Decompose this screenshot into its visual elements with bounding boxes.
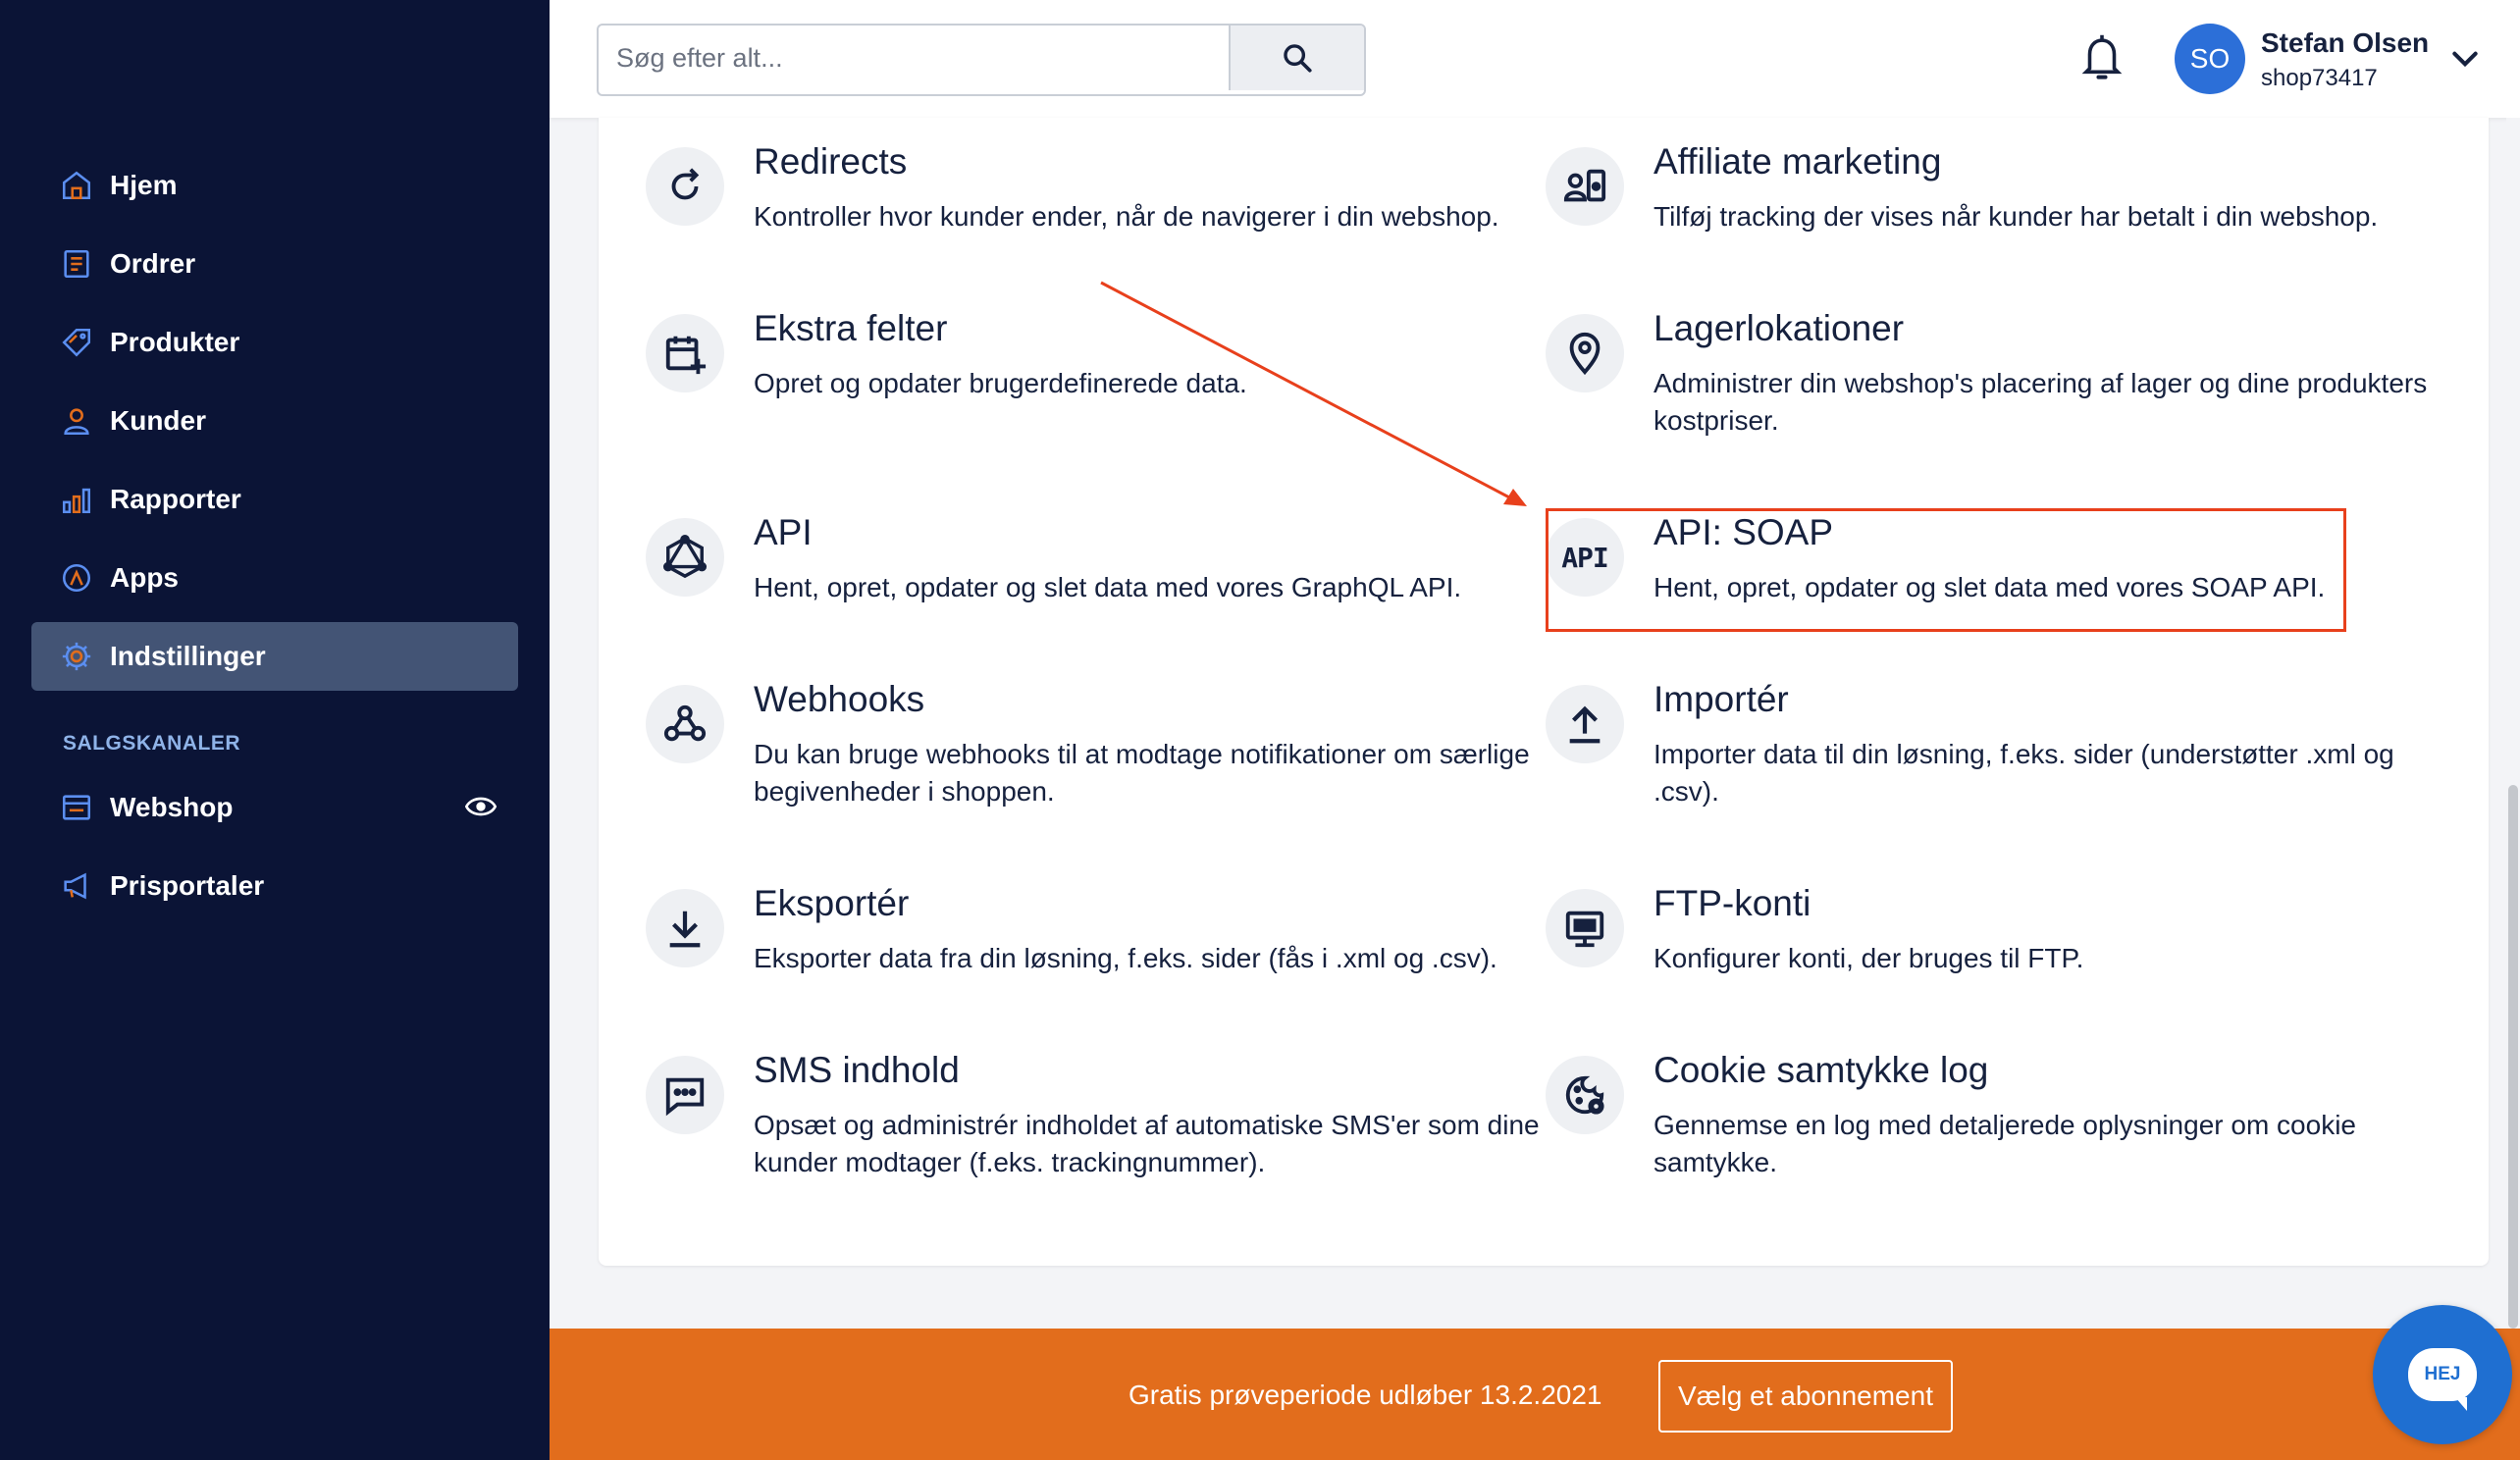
tile-description: Konfigurer konti, der bruges til FTP. <box>1654 943 2084 973</box>
tile-title: Affiliate marketing <box>1654 141 1942 182</box>
tile-description: Gennemse en log med detaljerede oplysnin… <box>1654 1110 2356 1177</box>
api-text-icon: API <box>1546 518 1624 597</box>
sidebar-item-label: Kunder <box>110 405 206 436</box>
affiliate-icon <box>1546 147 1624 226</box>
graphql-icon <box>646 518 724 597</box>
tile-description: Kontroller hvor kunder ender, når de nav… <box>754 201 1499 232</box>
tag-icon <box>59 325 94 360</box>
tile-title: FTP-konti <box>1654 883 1811 923</box>
search-button[interactable] <box>1229 26 1364 90</box>
orders-icon <box>59 246 94 282</box>
chevron-down-icon[interactable] <box>2449 45 2481 73</box>
chart-icon <box>59 482 94 517</box>
sidebar-item-label: Prisportaler <box>110 870 265 901</box>
sidebar-item-rapporter[interactable]: Rapporter <box>31 465 518 534</box>
sidebar-item-apps[interactable]: Apps <box>31 544 518 612</box>
trial-text: Gratis prøveperiode udløber 13.2.2021 <box>1129 1380 1602 1410</box>
eye-icon[interactable] <box>465 793 497 820</box>
tile-description: Du kan bruge webhooks til at modtage not… <box>754 739 1530 807</box>
chat-icon: HEJ <box>2408 1348 2477 1411</box>
sidebar-item-label: Hjem <box>110 170 178 200</box>
sidebar-item-label: Rapporter <box>110 484 241 514</box>
section-title: SALGSKANALER <box>63 732 241 755</box>
scrollbar-thumb[interactable] <box>2508 785 2518 1329</box>
tile-title: Lagerlokationer <box>1654 308 1905 348</box>
sidebar-item-label: Ordrer <box>110 248 196 279</box>
tile-title: Cookie samtykke log <box>1654 1050 1989 1090</box>
search-icon <box>1284 44 1312 73</box>
api-icon-label: API <box>1561 541 1609 574</box>
home-icon <box>59 168 94 203</box>
settings-card: Redirects Kontroller hvor kunder ender, … <box>599 118 2489 1266</box>
tile-title: Importér <box>1654 679 1789 719</box>
user-icon <box>59 403 94 439</box>
sidebar-item-prisportaler[interactable]: Prisportaler <box>31 852 518 920</box>
gear-icon <box>59 639 94 674</box>
cookie-gear-icon <box>1546 1056 1624 1134</box>
tile-description: Tilføj tracking der vises når kunder har… <box>1654 201 2379 232</box>
sidebar-item-webshop[interactable]: Webshop <box>31 773 518 842</box>
trial-banner: Gratis prøveperiode udløber 13.2.2021 Væ… <box>550 1329 2520 1460</box>
tile-title: Eksportér <box>754 883 910 923</box>
user-shop: shop73417 <box>2261 65 2378 91</box>
tile-title: Webhooks <box>754 679 925 719</box>
sidebar-item-label: Webshop <box>110 792 234 822</box>
choose-subscription-button[interactable]: Vælg et abonnement <box>1658 1360 1953 1433</box>
sidebar-item-indstillinger[interactable]: Indstillinger <box>31 622 518 691</box>
sidebar-item-hjem[interactable]: Hjem <box>31 151 518 220</box>
sidebar-item-label: Indstillinger <box>110 641 266 671</box>
sidebar-item-label: Apps <box>110 562 179 593</box>
tile-description: Opsæt og administrér indholdet af automa… <box>754 1110 1540 1177</box>
tile-title: API <box>754 512 813 552</box>
location-pin-icon <box>1546 314 1624 392</box>
tile-title: API: SOAP <box>1654 512 1834 552</box>
store-icon <box>59 790 94 825</box>
apps-icon <box>59 560 94 596</box>
calendar-add-icon <box>646 314 724 392</box>
download-icon <box>646 889 724 967</box>
tile-title: Redirects <box>754 141 908 182</box>
search-bar <box>597 24 1366 96</box>
search-input[interactable] <box>599 26 1223 90</box>
tile-title: SMS indhold <box>754 1050 960 1090</box>
user-name[interactable]: Stefan Olsen <box>2261 27 2429 59</box>
message-icon <box>646 1056 724 1134</box>
avatar[interactable]: SO <box>2175 24 2245 94</box>
sidebar-item-kunder[interactable]: Kunder <box>31 387 518 455</box>
tile-description: Importer data til din løsning, f.eks. si… <box>1654 739 2394 807</box>
top-header: SO Stefan Olsen shop73417 <box>550 0 2520 118</box>
tile-title: Ekstra felter <box>754 308 948 348</box>
webhook-icon <box>646 685 724 763</box>
tile-description: Eksporter data fra din løsning, f.eks. s… <box>754 943 1497 973</box>
bell-icon[interactable] <box>2080 33 2124 82</box>
sidebar-item-label: Produkter <box>110 327 240 357</box>
sidebar: Hjem Ordrer Produkter Kunder Rapporter A… <box>0 0 550 1460</box>
tile-description: Opret og opdater brugerdefinerede data. <box>754 368 1247 398</box>
tile-description: Hent, opret, opdater og slet data med vo… <box>1654 572 2326 602</box>
sidebar-item-ordrer[interactable]: Ordrer <box>31 230 518 298</box>
tile-description: Administrer din webshop's placering af l… <box>1654 368 2428 436</box>
upload-icon <box>1546 685 1624 763</box>
chat-button[interactable]: HEJ <box>2373 1305 2512 1444</box>
redirect-icon <box>646 147 724 226</box>
megaphone-icon <box>59 868 94 904</box>
tile-description: Hent, opret, opdater og slet data med vo… <box>754 572 1462 602</box>
sidebar-item-produkter[interactable]: Produkter <box>31 308 518 377</box>
monitor-icon <box>1546 889 1624 967</box>
